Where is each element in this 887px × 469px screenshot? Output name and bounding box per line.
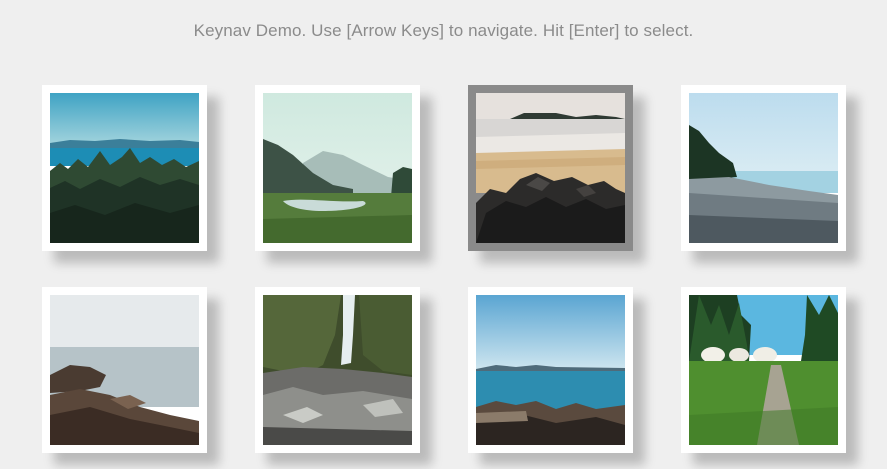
photo-tile-7[interactable]: [468, 287, 633, 453]
photo-tile-8[interactable]: [681, 287, 846, 453]
pebble-shore-photo: [689, 93, 838, 243]
photo-tile-4[interactable]: [681, 85, 846, 251]
rocky-beach-photo: [476, 93, 625, 243]
photo-tile-1[interactable]: [42, 85, 207, 251]
forest-sea-photo: [50, 93, 199, 243]
coastal-rocks-photo: [50, 295, 199, 445]
photo-grid: [42, 85, 846, 453]
photo-tile-6[interactable]: [255, 287, 420, 453]
page-title: Keynav Demo. Use [Arrow Keys] to navigat…: [193, 21, 694, 40]
ocean-shore-photo: [476, 295, 625, 445]
photo-tile-5[interactable]: [42, 287, 207, 453]
forest-path-photo: [689, 295, 838, 445]
waterfall-photo: [263, 295, 412, 445]
river-valley-photo: [263, 93, 412, 243]
photo-tile-2[interactable]: [255, 85, 420, 251]
photo-tile-3-selected[interactable]: [468, 85, 633, 251]
